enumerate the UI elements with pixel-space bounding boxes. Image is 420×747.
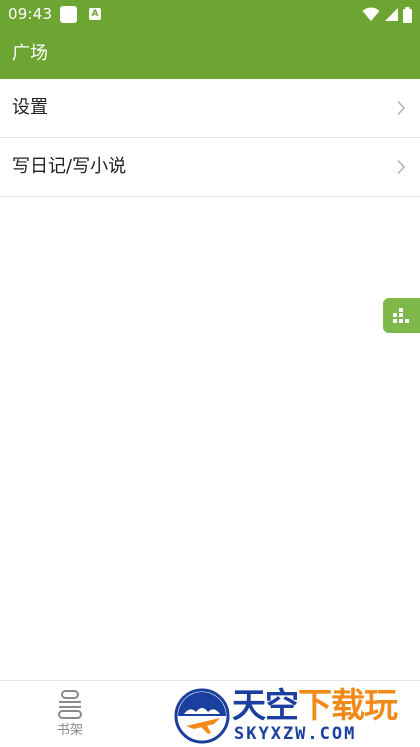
status-icons bbox=[362, 5, 412, 24]
watermark: 天空下载玩 SKYXZW.COM bbox=[170, 686, 420, 746]
notification-square-icon bbox=[60, 6, 77, 23]
watermark-title: 天空下载玩 bbox=[232, 686, 398, 726]
chevron-right-icon bbox=[397, 159, 406, 175]
watermark-url: SKYXZW.COM bbox=[234, 724, 357, 744]
signal-icon bbox=[385, 8, 398, 21]
menu-item-label: 写日记/写小说 bbox=[12, 156, 127, 177]
chevron-right-icon bbox=[397, 100, 406, 116]
floating-toolbox-button[interactable] bbox=[383, 298, 420, 333]
notification-a-icon: A bbox=[89, 8, 101, 20]
wifi-icon bbox=[362, 7, 380, 21]
menu-item-write-diary-novel[interactable]: 写日记/写小说 bbox=[0, 138, 420, 197]
watermark-logo-icon bbox=[174, 688, 230, 744]
page-title: 广场 bbox=[12, 43, 48, 64]
battery-icon bbox=[403, 6, 412, 23]
bookshelf-stack-icon bbox=[58, 690, 82, 719]
watermark-title-orange: 下载玩 bbox=[298, 686, 398, 726]
menu-list: 设置 写日记/写小说 bbox=[0, 79, 420, 197]
menu-item-settings[interactable]: 设置 bbox=[0, 79, 420, 138]
tab-label: 书架 bbox=[56, 723, 83, 738]
status-bar: 09:43 A bbox=[0, 0, 420, 29]
tab-bookshelf[interactable]: 书架 bbox=[0, 681, 140, 747]
menu-item-label: 设置 bbox=[12, 97, 48, 118]
equalizer-grid-icon bbox=[393, 308, 409, 323]
watermark-title-blue: 天空 bbox=[232, 686, 299, 726]
app-bar: 广场 bbox=[0, 29, 420, 79]
status-time: 09:43 bbox=[8, 5, 53, 23]
